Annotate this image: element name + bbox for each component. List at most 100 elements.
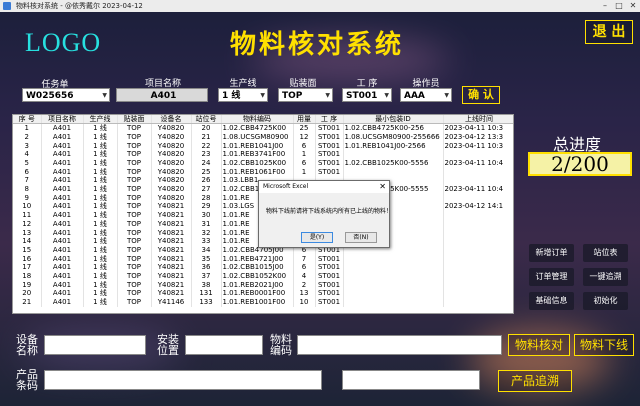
table-row[interactable]: 17 A401 1 线 TOP Y40821 36 1.02.CBB1015J00 6 ST00… — [13, 263, 513, 272]
table-cell: 1 线 — [83, 289, 118, 298]
column-header[interactable]: 贴装面 — [117, 115, 152, 125]
product-trace-button[interactable]: 产品追溯 — [498, 370, 572, 392]
column-header[interactable]: 项目名称 — [41, 115, 84, 125]
close-icon[interactable]: ✕ — [628, 1, 638, 11]
initialize-button[interactable]: 初始化 — [583, 292, 628, 310]
table-cell: 37 — [191, 271, 222, 281]
operator-select[interactable]: AAA — [400, 88, 452, 103]
table-cell: Y40820 — [151, 123, 192, 133]
maximize-icon[interactable]: □ — [614, 1, 624, 11]
table-cell: TOP — [117, 184, 152, 194]
table-cell: A401 — [41, 219, 84, 229]
table-cell — [443, 219, 513, 229]
table-cell: A401 — [41, 141, 84, 151]
table-cell: A401 — [41, 280, 84, 290]
station-table-button[interactable]: 站位表 — [583, 244, 628, 262]
one-click-trace-button[interactable]: 一键追溯 — [583, 268, 628, 286]
table-cell: A401 — [41, 211, 84, 220]
order-management-button[interactable]: 订单管理 — [529, 268, 574, 286]
table-cell: 2023-04-12 14:1 — [443, 202, 513, 211]
face-select[interactable]: TOP — [278, 88, 333, 103]
confirm-button[interactable]: 确 认 — [462, 86, 500, 104]
device-name-input[interactable] — [44, 335, 146, 355]
table-cell: 1 线 — [83, 219, 118, 229]
column-header[interactable]: 最小包装ID — [343, 115, 444, 125]
confirm-dialog: Microsoft Excel ✕ 物料下线前请将下线系统内所有已上线的物料！ … — [258, 180, 393, 248]
install-position-input[interactable] — [185, 335, 263, 355]
column-header[interactable]: 设备名 — [151, 115, 192, 125]
task-select[interactable]: W025656 — [22, 88, 110, 103]
table-cell: 4 — [13, 150, 42, 159]
table-row[interactable]: 21 A401 1 线 TOP Y41146 133 1.01.REB1001F00 10 ST… — [13, 297, 513, 307]
table-cell: TOP — [117, 193, 152, 203]
table-cell: 1 — [293, 150, 316, 159]
basic-info-button[interactable]: 基础信息 — [529, 292, 574, 310]
dialog-yes-button[interactable]: 是(Y) — [301, 232, 333, 243]
table-row[interactable]: 1 A401 1 线 TOP Y40820 20 1.02.CBB4725K00 25 ST00… — [13, 123, 513, 133]
table-cell: 23 — [191, 150, 222, 159]
material-code-input[interactable] — [297, 335, 502, 355]
table-cell: 2023-04-11 10:4 — [443, 158, 513, 168]
table-row[interactable]: 4 A401 1 线 TOP Y40820 23 1.01.REB3741F00 1 ST001 — [13, 150, 513, 159]
table-cell: TOP — [117, 219, 152, 229]
table-cell: 1 线 — [83, 228, 118, 238]
window-title: 物料核对系统 - @依秀戴尔 2023-04-12 — [16, 2, 143, 10]
table-cell: 20 — [191, 123, 222, 133]
exit-button[interactable]: 退 出 — [585, 20, 633, 44]
column-header[interactable]: 物料编码 — [221, 115, 294, 125]
column-header[interactable]: 用量 — [293, 115, 316, 125]
table-cell — [343, 167, 444, 177]
table-row[interactable]: 5 A401 1 线 TOP Y40820 24 1.02.CBB1025K00 6 ST001… — [13, 158, 513, 168]
table-cell — [443, 280, 513, 290]
minimize-icon[interactable]: – — [600, 1, 610, 11]
table-cell: 36 — [191, 263, 222, 272]
column-header[interactable]: 站位号 — [191, 115, 222, 125]
table-cell: 5 — [13, 158, 42, 168]
dialog-close-icon[interactable]: ✕ — [379, 181, 386, 193]
table-row[interactable]: 2 A401 1 线 TOP Y40820 21 1.08.UCSGM80900 12 ST00… — [13, 132, 513, 142]
table-cell: 1.02.CBB1015J00 — [221, 263, 294, 272]
column-header[interactable]: 生产线 — [83, 115, 118, 125]
process-select[interactable]: ST001 — [342, 88, 392, 103]
table-cell: 22 — [191, 141, 222, 151]
table-cell: Y40821 — [151, 245, 192, 255]
table-cell: 28 — [191, 193, 222, 203]
table-cell: 1 线 — [83, 271, 118, 281]
table-row[interactable]: 18 A401 1 线 TOP Y40821 37 1.02.CBB1052K00 4 ST00… — [13, 271, 513, 281]
column-header[interactable]: 上线时间 — [443, 115, 513, 125]
product-barcode-label: 产品条码 — [16, 368, 38, 392]
table-cell: 19 — [13, 280, 42, 290]
column-header[interactable]: 工 序 — [315, 115, 344, 125]
material-verify-button[interactable]: 物料核对 — [508, 334, 570, 356]
table-cell: TOP — [117, 297, 152, 307]
table-cell: 24 — [191, 158, 222, 168]
new-task-button[interactable]: 新增订单 — [529, 244, 574, 262]
table-cell: 17 — [13, 263, 42, 272]
table-cell: A401 — [41, 228, 84, 238]
table-cell — [343, 289, 444, 298]
table-cell: A401 — [41, 132, 84, 142]
table-row[interactable]: 19 A401 1 线 TOP Y40821 38 1.01.REB2021J00 2 ST00… — [13, 280, 513, 290]
table-cell: 1 线 — [83, 245, 118, 255]
table-cell: 11 — [13, 211, 42, 220]
table-cell: 25 — [191, 167, 222, 177]
table-cell: 1.08.UCSGM80900 — [221, 132, 294, 142]
table-cell: TOP — [117, 228, 152, 238]
table-row[interactable]: 6 A401 1 线 TOP Y40820 25 1.01.REB1061F00 1 ST001 — [13, 167, 513, 177]
product-barcode-input[interactable] — [44, 370, 322, 390]
table-row[interactable]: 3 A401 1 线 TOP Y40820 22 1.01.REB1041J00 6 ST001… — [13, 141, 513, 151]
table-cell: 32 — [191, 228, 222, 238]
table-cell: 12 — [293, 132, 316, 142]
column-header[interactable]: 序 号 — [13, 115, 42, 125]
line-select[interactable]: 1 线 — [218, 88, 268, 103]
dialog-message: 物料下线前请将下线系统内所有已上线的物料！ — [266, 208, 393, 215]
table-cell — [343, 280, 444, 290]
table-row[interactable]: 16 A401 1 线 TOP Y40821 35 1.01.REB4721J00 7 ST00… — [13, 254, 513, 264]
dialog-no-button[interactable]: 否(N) — [345, 232, 377, 243]
table-cell: 25 — [293, 123, 316, 133]
table-row[interactable]: 20 A401 1 线 TOP Y40821 131 1.01.REB0001F00 13 ST… — [13, 289, 513, 298]
table-cell: 4 — [293, 271, 316, 281]
table-cell: Y40821 — [151, 289, 192, 298]
table-cell: 1 线 — [83, 123, 118, 133]
material-offline-button[interactable]: 物料下线 — [574, 334, 634, 356]
